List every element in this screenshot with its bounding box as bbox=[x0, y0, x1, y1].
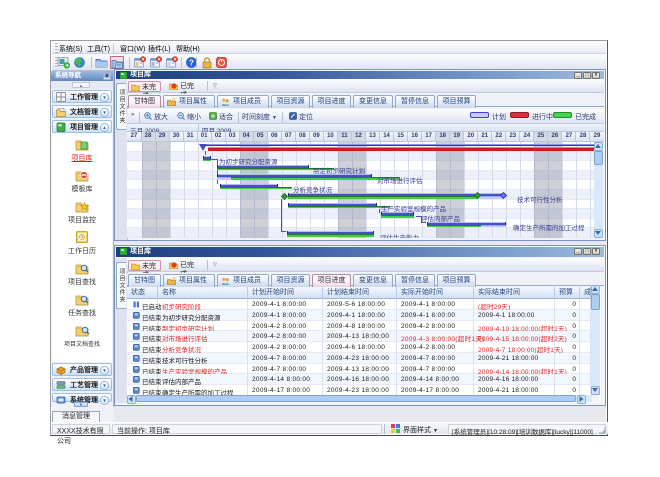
svg-text:?: ? bbox=[189, 59, 194, 68]
